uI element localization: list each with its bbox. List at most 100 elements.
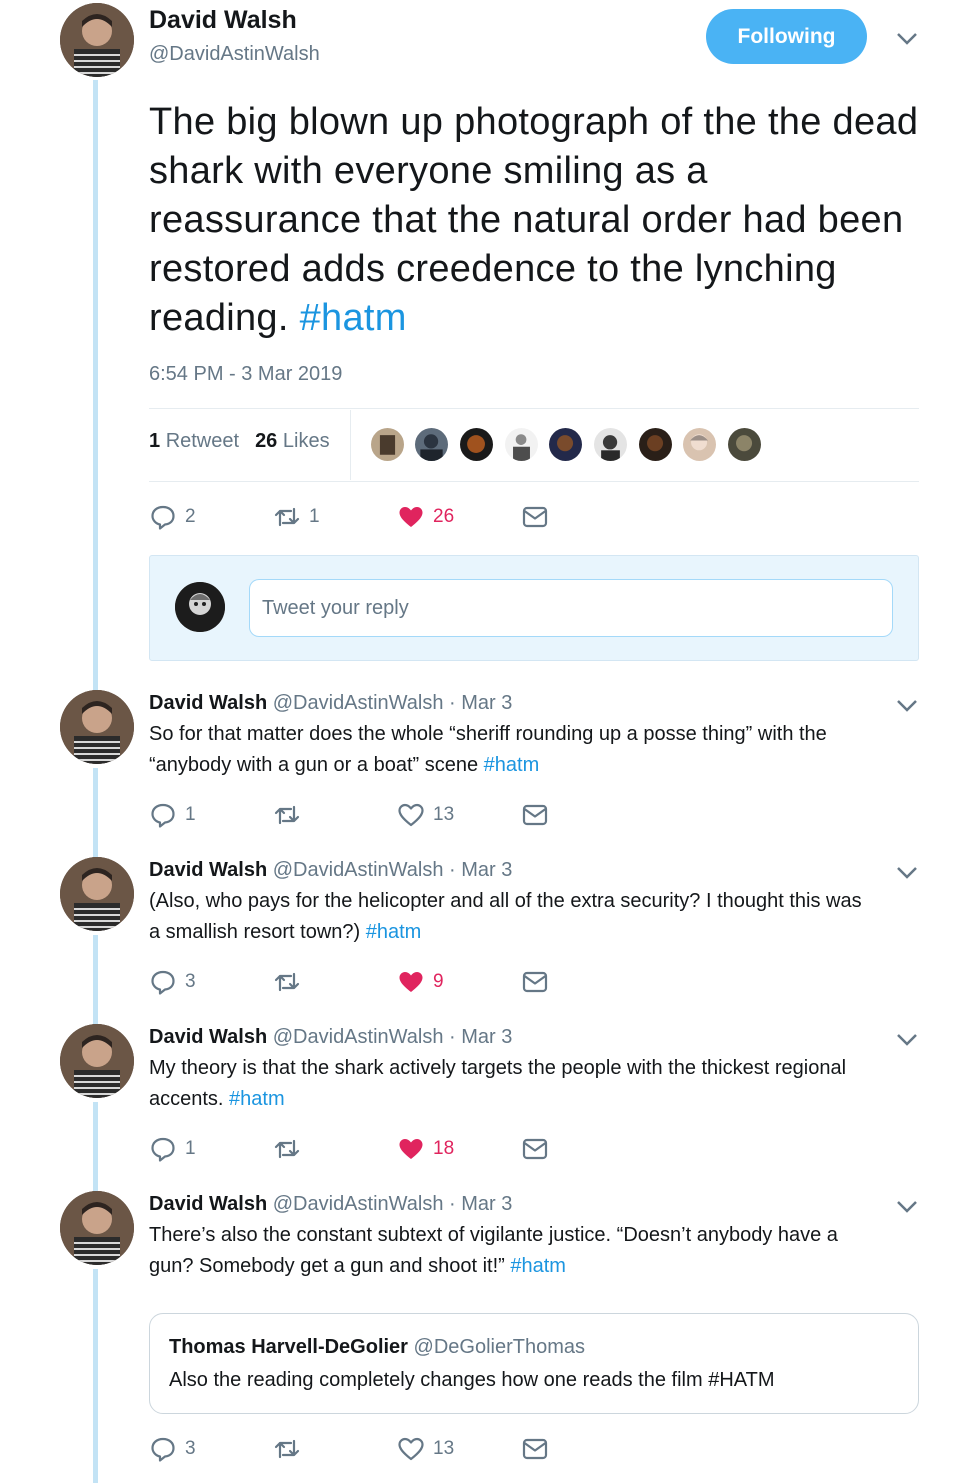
reply-count: 1	[185, 1138, 196, 1159]
hashtag-link[interactable]: #hatm	[510, 1255, 566, 1277]
liker-avatar[interactable]	[681, 426, 718, 463]
reply-header: David Walsh @DavidAstinWalsh · Mar 3	[149, 859, 512, 882]
author-meta[interactable]: @DavidAstinWalsh · Mar 3	[273, 1193, 513, 1215]
author-name[interactable]: David Walsh	[149, 1026, 267, 1048]
retweet-stat[interactable]: 1 Retweet	[149, 430, 239, 453]
heart-icon	[399, 972, 423, 992]
quoted-tweet-text: Also the reading completely changes how …	[169, 1369, 775, 1391]
chevron-down-icon[interactable]	[896, 866, 918, 880]
divider	[149, 481, 919, 482]
thread-line	[93, 80, 98, 690]
following-button[interactable]: Following	[706, 9, 867, 64]
liker-avatar[interactable]	[547, 426, 584, 463]
author-name[interactable]: David Walsh	[149, 692, 267, 714]
direct-message-button[interactable]	[521, 1435, 549, 1463]
reply-icon	[151, 505, 175, 530]
reply-icon	[151, 970, 175, 995]
heart-icon	[398, 803, 424, 827]
avatar[interactable]	[60, 3, 134, 77]
hashtag-link[interactable]: #hatm	[300, 297, 407, 339]
reply-header: David Walsh @DavidAstinWalsh · Mar 3	[149, 692, 512, 715]
like-button[interactable]: 13	[397, 1435, 521, 1463]
reply-icon	[151, 1137, 175, 1162]
tweet-timestamp[interactable]: 6:54 PM - 3 Mar 2019	[149, 363, 342, 386]
author-name[interactable]: David Walsh	[149, 1193, 267, 1215]
tweet-actions: 2 1 26	[149, 502, 549, 532]
tweet-text: There’s also the constant subtext of vig…	[149, 1224, 838, 1277]
like-count: 9	[433, 971, 444, 992]
quoted-tweet[interactable]: Thomas Harvell-DeGolier @DeGolierThomas …	[149, 1313, 919, 1414]
author-meta[interactable]: @DavidAstinWalsh · Mar 3	[273, 692, 513, 714]
hashtag-link[interactable]: #hatm	[484, 754, 540, 776]
retweet-button[interactable]	[273, 1135, 397, 1163]
author-handle[interactable]: @DavidAstinWalsh	[149, 43, 320, 66]
retweet-count: 1	[309, 506, 320, 527]
author-meta[interactable]: @DavidAstinWalsh · Mar 3	[273, 859, 513, 881]
reply-button[interactable]: 3	[149, 1435, 273, 1463]
quoted-tweet-header: Thomas Harvell-DeGolier @DeGolierThomas	[169, 1336, 585, 1358]
chevron-down-icon[interactable]	[896, 699, 918, 713]
liker-avatar[interactable]	[637, 426, 674, 463]
author-name[interactable]: David Walsh	[149, 6, 297, 35]
tweet-stats: 1 Retweet 26 Likes	[149, 430, 330, 453]
liker-avatar[interactable]	[592, 426, 629, 463]
tweet-text: My theory is that the shark actively tar…	[149, 1057, 847, 1110]
envelope-icon	[522, 1438, 548, 1460]
heart-icon	[399, 1139, 423, 1159]
direct-message-button[interactable]	[521, 1135, 549, 1163]
avatar[interactable]	[60, 690, 134, 764]
liker-avatar[interactable]	[458, 426, 495, 463]
retweet-button[interactable]	[273, 801, 397, 829]
hashtag-link[interactable]: #hatm	[229, 1088, 285, 1110]
envelope-icon	[522, 804, 548, 826]
heart-icon	[398, 1437, 424, 1461]
reply-header: David Walsh @DavidAstinWalsh · Mar 3	[149, 1026, 512, 1049]
retweet-button[interactable]	[273, 968, 397, 996]
direct-message-button[interactable]	[521, 801, 549, 829]
like-button[interactable]: 18	[397, 1135, 521, 1163]
heart-icon	[399, 507, 423, 527]
avatar[interactable]	[60, 1191, 134, 1265]
reply-input[interactable]	[249, 579, 893, 637]
envelope-icon	[522, 971, 548, 993]
reply-count: 2	[185, 506, 196, 527]
like-count: 13	[433, 1438, 455, 1459]
reply-count: 3	[185, 1438, 196, 1459]
chevron-down-icon[interactable]	[896, 1200, 918, 1214]
avatar[interactable]	[175, 582, 225, 632]
retweet-button[interactable]	[273, 1435, 397, 1463]
liker-avatar[interactable]	[369, 426, 406, 463]
like-button[interactable]: 13	[397, 801, 521, 829]
liker-avatar[interactable]	[413, 426, 450, 463]
thread-line	[93, 1102, 98, 1192]
avatar[interactable]	[60, 857, 134, 931]
like-button[interactable]: 26	[397, 503, 521, 531]
tweet-actions: 39	[149, 967, 549, 997]
tweet-text: The big blown up photograph of the the d…	[149, 101, 919, 339]
reply-button[interactable]: 3	[149, 968, 273, 996]
author-meta[interactable]: @DavidAstinWalsh · Mar 3	[273, 1026, 513, 1048]
divider	[149, 408, 919, 409]
retweet-button[interactable]: 1	[273, 503, 397, 531]
thread-line	[93, 935, 98, 1025]
hashtag-link[interactable]: #hatm	[366, 921, 422, 943]
retweet-icon	[274, 1439, 300, 1459]
chevron-down-icon[interactable]	[896, 1033, 918, 1047]
retweet-icon	[274, 1139, 300, 1159]
likes-stat[interactable]: 26 Likes	[255, 430, 330, 453]
thread-line	[93, 768, 98, 858]
tweet-text: (Also, who pays for the helicopter and a…	[149, 890, 862, 943]
liker-avatar[interactable]	[503, 426, 540, 463]
liker-avatar[interactable]	[726, 426, 763, 463]
reply-header: David Walsh @DavidAstinWalsh · Mar 3	[149, 1193, 512, 1216]
author-name[interactable]: David Walsh	[149, 859, 267, 881]
like-button[interactable]: 9	[397, 968, 521, 996]
reply-button[interactable]: 1	[149, 1135, 273, 1163]
divider	[350, 410, 351, 480]
direct-message-button[interactable]	[521, 968, 549, 996]
reply-button[interactable]: 1	[149, 801, 273, 829]
direct-message-button[interactable]	[521, 503, 549, 531]
reply-button[interactable]: 2	[149, 503, 273, 531]
avatar[interactable]	[60, 1024, 134, 1098]
chevron-down-icon[interactable]	[896, 32, 918, 46]
